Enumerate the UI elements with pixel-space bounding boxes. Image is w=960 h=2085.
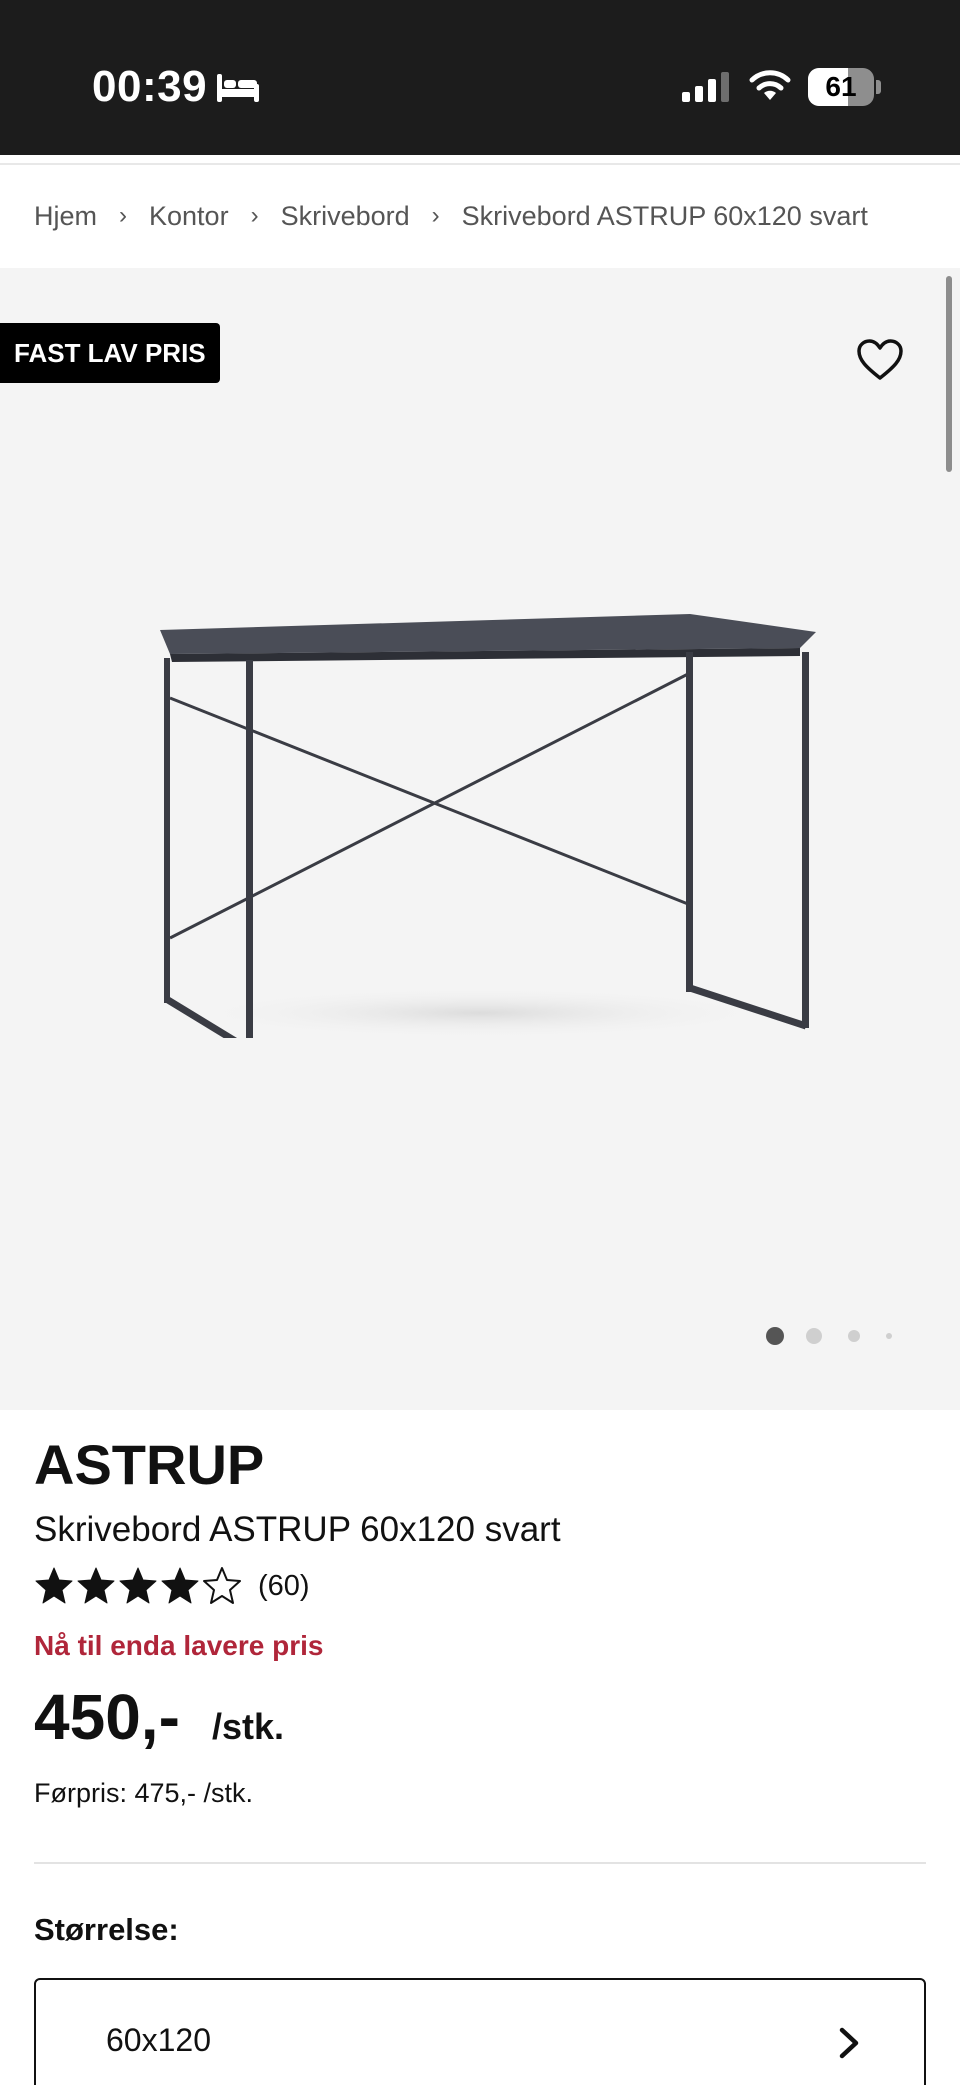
price-unit: /stk. [212, 1706, 285, 1747]
breadcrumb-item-kontor[interactable]: Kontor [149, 201, 229, 232]
breadcrumb: Hjem › Kontor › Skrivebord › Skrivebord … [34, 196, 868, 236]
carousel-dot[interactable] [886, 1333, 892, 1339]
carousel-dot-active[interactable] [766, 1327, 784, 1345]
product-image [160, 614, 816, 1038]
battery-icon: 61 [808, 68, 882, 106]
product-name: Skrivebord ASTRUP 60x120 svart [34, 1510, 561, 1549]
signal-icon [682, 72, 729, 102]
battery-body: 61 [808, 68, 874, 106]
breadcrumb-separator-icon: › [119, 202, 128, 229]
bed-icon [217, 74, 259, 102]
star-empty-icon [203, 1567, 241, 1604]
battery-percent: 61 [825, 71, 857, 102]
breadcrumb-separator-icon: › [431, 202, 440, 229]
product-image-gallery[interactable]: FAST LAV PRIS [0, 268, 960, 1410]
header-divider [0, 163, 960, 165]
price-badge: FAST LAV PRIS [0, 323, 220, 383]
breadcrumb-separator-icon: › [250, 202, 259, 229]
promo-text: Nå til enda lavere pris [34, 1630, 324, 1661]
status-time: 00:39 [92, 62, 208, 111]
breadcrumb-item-skrivebord[interactable]: Skrivebord [281, 201, 410, 232]
carousel-dot[interactable] [848, 1330, 860, 1342]
product-brand: ASTRUP [34, 1433, 265, 1496]
size-selector[interactable]: 60x120 [34, 1978, 926, 2085]
star-filled-icon [119, 1567, 157, 1604]
star-filled-icon [35, 1567, 73, 1604]
before-price: Førpris: 475,- /stk. [34, 1778, 254, 1808]
star-filled-icon [161, 1567, 199, 1604]
carousel-dots [760, 1324, 900, 1348]
product-rating[interactable]: (60) [34, 1566, 310, 1606]
rating-count[interactable]: (60) [258, 1570, 310, 1603]
status-bar: 00:39 61 [0, 0, 960, 155]
carousel-dot[interactable] [806, 1328, 822, 1344]
star-filled-icon [77, 1567, 115, 1604]
heart-icon[interactable] [856, 338, 904, 382]
scrollbar-thumb[interactable] [946, 276, 952, 472]
product-price: 450,- [34, 1681, 180, 1753]
wifi-icon [749, 70, 791, 100]
section-divider [34, 1862, 926, 1864]
size-label: Størrelse: [34, 1912, 179, 1947]
battery-cap [876, 80, 881, 94]
breadcrumb-item-current: Skrivebord ASTRUP 60x120 svart [461, 200, 868, 231]
breadcrumb-item-hjem[interactable]: Hjem [34, 201, 97, 232]
chevron-right-icon [839, 2027, 859, 2059]
size-selected-value: 60x120 [106, 2022, 211, 2058]
